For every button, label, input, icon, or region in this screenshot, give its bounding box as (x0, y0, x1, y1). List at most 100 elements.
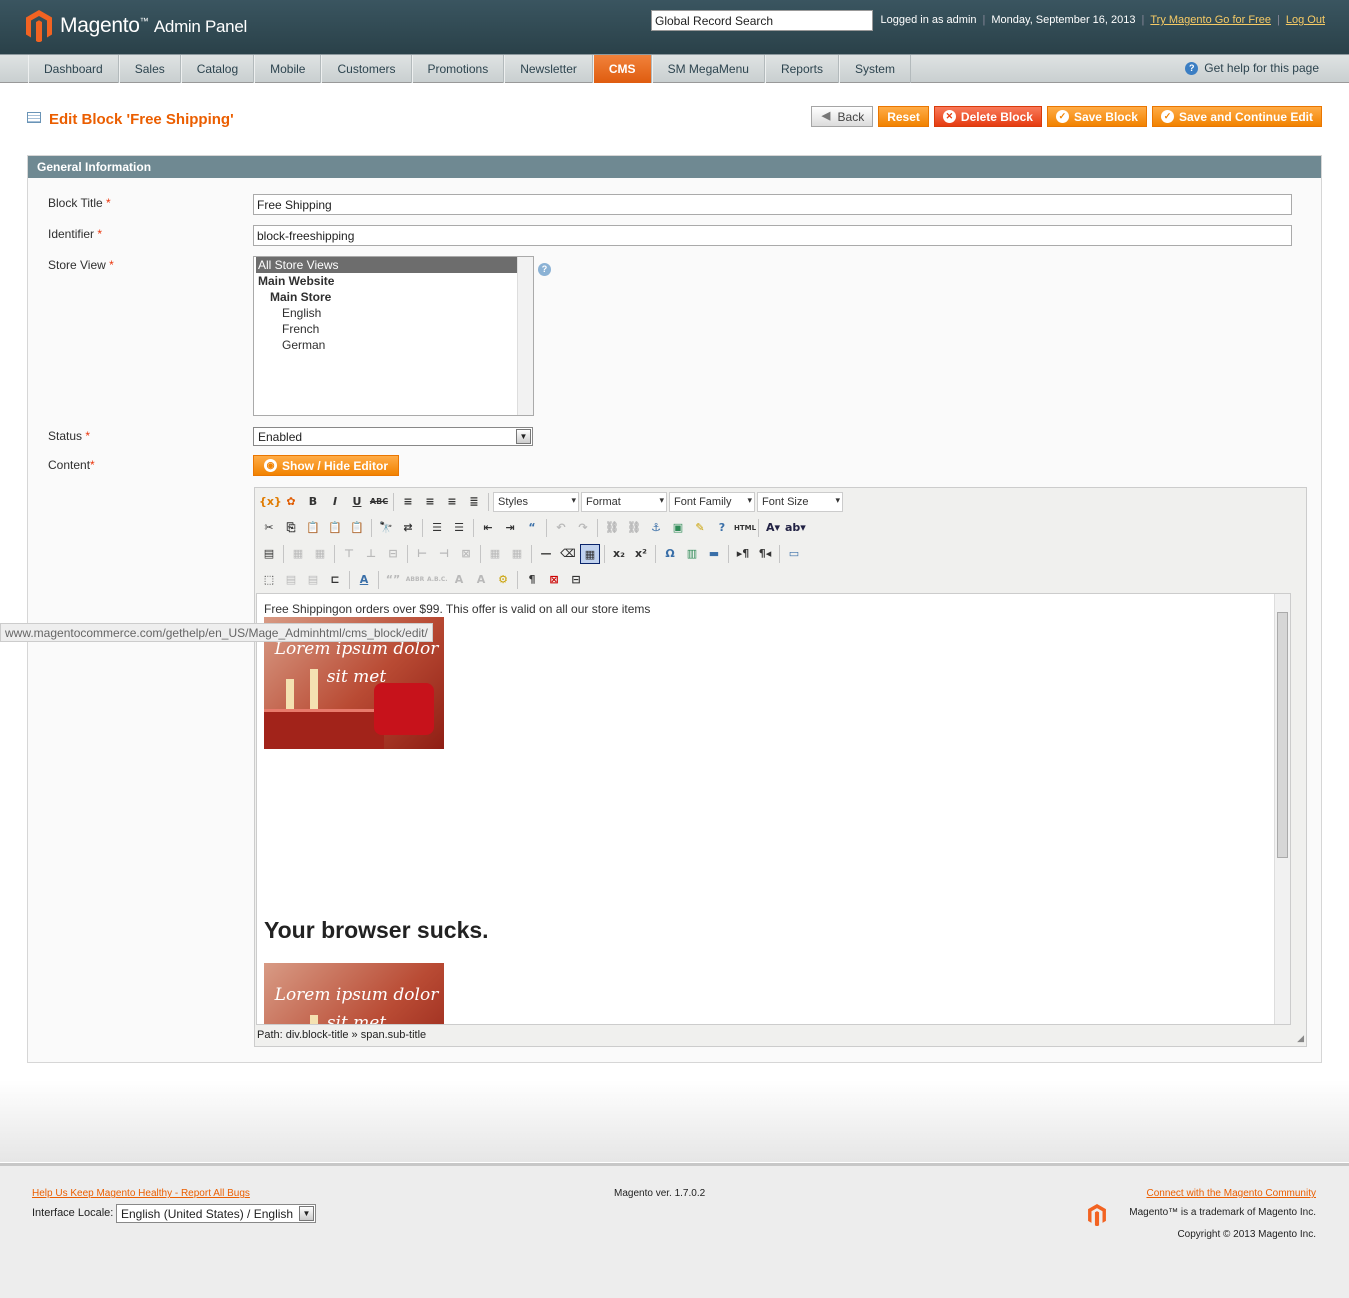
acronym-icon[interactable]: A.B.C. (427, 570, 448, 590)
move-forward-icon[interactable]: ▤ (281, 570, 301, 590)
table-edit-icon[interactable]: ▤ (259, 544, 279, 564)
unlink-icon[interactable]: ⛓ (624, 518, 644, 538)
insert-row-before-icon[interactable]: ⊤ (339, 544, 359, 564)
store-view-scrollbar[interactable] (517, 257, 533, 415)
deletion-icon[interactable]: A (449, 570, 469, 590)
font-family-select[interactable]: Font Family (669, 492, 755, 512)
try-magento-go-link[interactable]: Try Magento Go for Free (1150, 14, 1271, 26)
cut-icon[interactable]: ✂ (259, 518, 279, 538)
identifier-input[interactable] (253, 225, 1292, 246)
block-title-input[interactable] (253, 194, 1292, 215)
italic-icon[interactable]: I (325, 492, 345, 512)
page-break-icon[interactable]: ⊟ (566, 570, 586, 590)
store-view-multiselect[interactable]: All Store Views Main Website Main Store Eng… (253, 256, 534, 416)
nav-item-dashboard[interactable]: Dashboard (28, 55, 119, 83)
media-icon[interactable]: ▥ (682, 544, 702, 564)
html-source-icon[interactable]: HTML (734, 518, 756, 538)
absolute-position-icon[interactable]: ⊏ (325, 570, 345, 590)
find-icon[interactable]: 🔭 (376, 518, 396, 538)
report-bugs-link[interactable]: Help Us Keep Magento Healthy - Report Al… (32, 1188, 250, 1199)
insert-col-after-icon[interactable]: ⊣ (434, 544, 454, 564)
delete-row-icon[interactable]: ⊟ (383, 544, 403, 564)
nav-item-reports[interactable]: Reports (764, 55, 839, 83)
paste-word-icon[interactable]: 📋 (347, 518, 367, 538)
special-char-icon[interactable]: Ω (660, 544, 680, 564)
bullet-list-icon[interactable]: ☰ (427, 518, 447, 538)
store-view-option[interactable]: German (256, 337, 533, 353)
nav-item-catalog[interactable]: Catalog (180, 55, 255, 83)
advanced-hr-icon[interactable]: ▬ (704, 544, 724, 564)
indent-icon[interactable]: ⇥ (500, 518, 520, 538)
superscript-icon[interactable]: x² (631, 544, 651, 564)
link-icon[interactable]: ⛓ (602, 518, 622, 538)
insert-variable-icon[interactable]: {x} (259, 492, 282, 512)
split-cells-icon[interactable]: ▦ (485, 544, 505, 564)
status-select[interactable]: Enabled ▼ (253, 427, 533, 446)
insert-layer-icon[interactable]: ⬚ (259, 570, 279, 590)
underline-icon[interactable]: U (347, 492, 367, 512)
store-view-option[interactable]: All Store Views (256, 257, 533, 273)
nav-item-sm-megamenu[interactable]: SM MegaMenu (651, 55, 765, 83)
store-view-help-icon[interactable]: ? (538, 263, 551, 276)
undo-icon[interactable]: ↶ (551, 518, 571, 538)
store-view-option[interactable]: Main Store (256, 289, 533, 305)
abbreviation-icon[interactable]: ABBR (405, 570, 425, 590)
paste-text-icon[interactable]: 📋 (325, 518, 345, 538)
editor-scrollbar[interactable] (1274, 594, 1290, 1024)
font-size-select[interactable]: Font Size (757, 492, 843, 512)
replace-icon[interactable]: ⇄ (398, 518, 418, 538)
table-row-props-icon[interactable]: ▦ (288, 544, 308, 564)
get-help-link[interactable]: ? Get help for this page (1185, 61, 1319, 75)
nav-item-mobile[interactable]: Mobile (254, 55, 322, 83)
reset-button[interactable]: Reset (878, 106, 929, 127)
nav-item-system[interactable]: System (838, 55, 911, 83)
save-continue-button[interactable]: ✓ Save and Continue Edit (1151, 106, 1322, 127)
cleanup-icon[interactable]: ✎ (690, 518, 710, 538)
fullscreen-icon[interactable]: ▭ (784, 544, 804, 564)
format-select[interactable]: Format (581, 492, 667, 512)
align-justify-icon[interactable]: ≣ (464, 492, 484, 512)
store-view-option[interactable]: French (256, 321, 533, 337)
insert-row-after-icon[interactable]: ⊥ (361, 544, 381, 564)
text-color-icon[interactable]: A▾ (763, 518, 783, 538)
insert-widget-icon[interactable]: ✿ (281, 492, 301, 512)
promo-image-2[interactable]: Lorem ipsum dolor sit met (264, 963, 444, 1024)
interface-locale-select[interactable]: English (United States) / English ▼ (116, 1204, 316, 1223)
back-button[interactable]: ◀ Back (810, 106, 874, 127)
insertion-icon[interactable]: A (471, 570, 491, 590)
resize-handle-icon[interactable]: ◢ (1297, 1033, 1304, 1044)
redo-icon[interactable]: ↷ (573, 518, 593, 538)
insert-col-before-icon[interactable]: ⊢ (412, 544, 432, 564)
copy-icon[interactable]: ⎘ (281, 518, 301, 538)
delete-col-icon[interactable]: ⊠ (456, 544, 476, 564)
rtl-icon[interactable]: ¶◂ (755, 544, 775, 564)
delete-block-button[interactable]: ✕ Delete Block (933, 106, 1042, 127)
horizontal-rule-icon[interactable]: — (536, 544, 556, 564)
store-view-option[interactable]: English (256, 305, 533, 321)
help-editor-icon[interactable]: ? (712, 518, 732, 538)
nav-item-sales[interactable]: Sales (118, 55, 181, 83)
numbered-list-icon[interactable]: ☰ (449, 518, 469, 538)
save-block-button[interactable]: ✓ Save Block (1046, 106, 1147, 127)
visual-aid-icon[interactable]: ▦ (580, 544, 600, 564)
align-center-icon[interactable]: ≡ (420, 492, 440, 512)
nav-item-promotions[interactable]: Promotions (411, 55, 505, 83)
styleprops-icon[interactable]: A (354, 570, 374, 590)
styles-select[interactable]: Styles (493, 492, 579, 512)
paste-icon[interactable]: 📋 (303, 518, 323, 538)
strikethrough-icon[interactable]: ABC (369, 492, 389, 512)
non-breaking-icon[interactable]: ⊠ (544, 570, 564, 590)
ltr-icon[interactable]: ▸¶ (733, 544, 753, 564)
editor-scrollbar-thumb[interactable] (1277, 612, 1288, 858)
bold-icon[interactable]: B (303, 492, 323, 512)
store-view-option[interactable]: Main Website (256, 273, 533, 289)
subscript-icon[interactable]: x₂ (609, 544, 629, 564)
image-icon[interactable]: ▣ (668, 518, 688, 538)
background-color-icon[interactable]: ab▾ (785, 518, 806, 538)
attributes-icon[interactable]: ⚙ (493, 570, 513, 590)
align-right-icon[interactable]: ≡ (442, 492, 462, 512)
community-link[interactable]: Connect with the Magento Community (1146, 1188, 1316, 1199)
table-cell-props-icon[interactable]: ▦ (310, 544, 330, 564)
editor-content-area[interactable]: Free Shippingon orders over $99. This of… (256, 593, 1291, 1025)
nav-item-customers[interactable]: Customers (321, 55, 412, 83)
